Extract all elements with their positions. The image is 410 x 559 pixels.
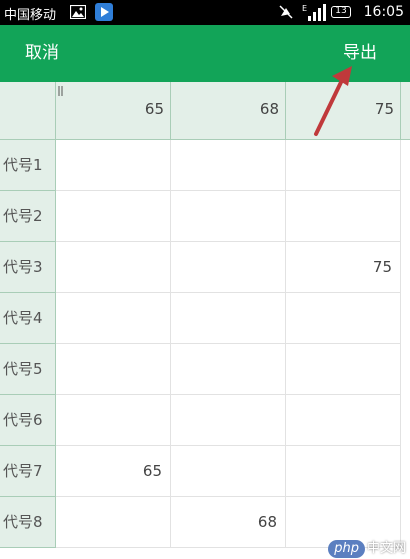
- table-corner-cell: [0, 82, 56, 139]
- signal-strength-icon: E: [302, 4, 326, 21]
- table-cell[interactable]: [56, 140, 171, 191]
- table-cell[interactable]: [171, 140, 286, 191]
- table-cell[interactable]: [56, 497, 171, 548]
- table-cell[interactable]: [171, 344, 286, 395]
- table-cell[interactable]: [56, 191, 171, 242]
- row-header[interactable]: 代号4: [0, 293, 56, 344]
- column-header[interactable]: 68: [171, 82, 286, 139]
- data-table: 65 68 75 代号1 代号2 代号3 75 代号4 代号5 代号6 代号7 …: [0, 82, 410, 559]
- table-cell[interactable]: 65: [56, 446, 171, 497]
- row-header[interactable]: 代号5: [0, 344, 56, 395]
- table-cell[interactable]: [286, 446, 401, 497]
- top-toolbar: 取消 导出: [0, 25, 410, 82]
- row-header[interactable]: 代号2: [0, 191, 56, 242]
- table-cell[interactable]: [56, 395, 171, 446]
- table-cell[interactable]: [171, 395, 286, 446]
- row-header[interactable]: 代号6: [0, 395, 56, 446]
- table-cell[interactable]: 75: [286, 242, 401, 293]
- table-header-row: 65 68 75: [0, 82, 410, 140]
- table-cell[interactable]: [171, 293, 286, 344]
- table-cell[interactable]: 68: [171, 497, 286, 548]
- table-cell[interactable]: [56, 242, 171, 293]
- table-cell[interactable]: [286, 395, 401, 446]
- table-cell[interactable]: [286, 293, 401, 344]
- watermark-site-text: 中文网: [366, 541, 406, 556]
- site-watermark: php 中文网: [328, 537, 406, 558]
- column-header-value: 68: [259, 100, 279, 118]
- table-row: 代号2: [0, 191, 410, 242]
- table-cell[interactable]: [171, 446, 286, 497]
- row-header[interactable]: 代号8: [0, 497, 56, 548]
- table-cell[interactable]: [286, 344, 401, 395]
- cancel-button[interactable]: 取消: [25, 25, 59, 82]
- image-notification-icon: [70, 5, 86, 19]
- clock: 16:05: [363, 4, 404, 20]
- row-header[interactable]: 代号3: [0, 242, 56, 293]
- php-logo: php: [328, 540, 365, 558]
- table-cell[interactable]: [286, 191, 401, 242]
- mute-icon: [279, 5, 293, 19]
- table-cell[interactable]: [171, 191, 286, 242]
- table-row: 代号1: [0, 140, 410, 191]
- play-store-notification-icon: [95, 3, 113, 21]
- column-header-value: 75: [374, 100, 394, 118]
- table-row: 代号6: [0, 395, 410, 446]
- table-row: 代号3 75: [0, 242, 410, 293]
- battery-level: 13: [335, 6, 347, 16]
- table-cell[interactable]: [171, 242, 286, 293]
- column-header[interactable]: 75: [286, 82, 401, 139]
- column-header-value: 65: [144, 100, 164, 118]
- carrier-name: 中国移动: [4, 8, 57, 23]
- row-header[interactable]: 代号7: [0, 446, 56, 497]
- table-row: 代号4: [0, 293, 410, 344]
- table-row: 代号7 65: [0, 446, 410, 497]
- column-header[interactable]: 65: [56, 82, 171, 139]
- table-cell[interactable]: [286, 140, 401, 191]
- table-row: 代号5: [0, 344, 410, 395]
- export-button[interactable]: 导出: [343, 25, 377, 82]
- table-cell[interactable]: [56, 344, 171, 395]
- table-cell[interactable]: [56, 293, 171, 344]
- status-bar: 中国移动 E 13 16:05: [0, 0, 410, 25]
- battery-icon: 13: [331, 6, 351, 18]
- network-type: E: [302, 4, 307, 13]
- row-header[interactable]: 代号1: [0, 140, 56, 191]
